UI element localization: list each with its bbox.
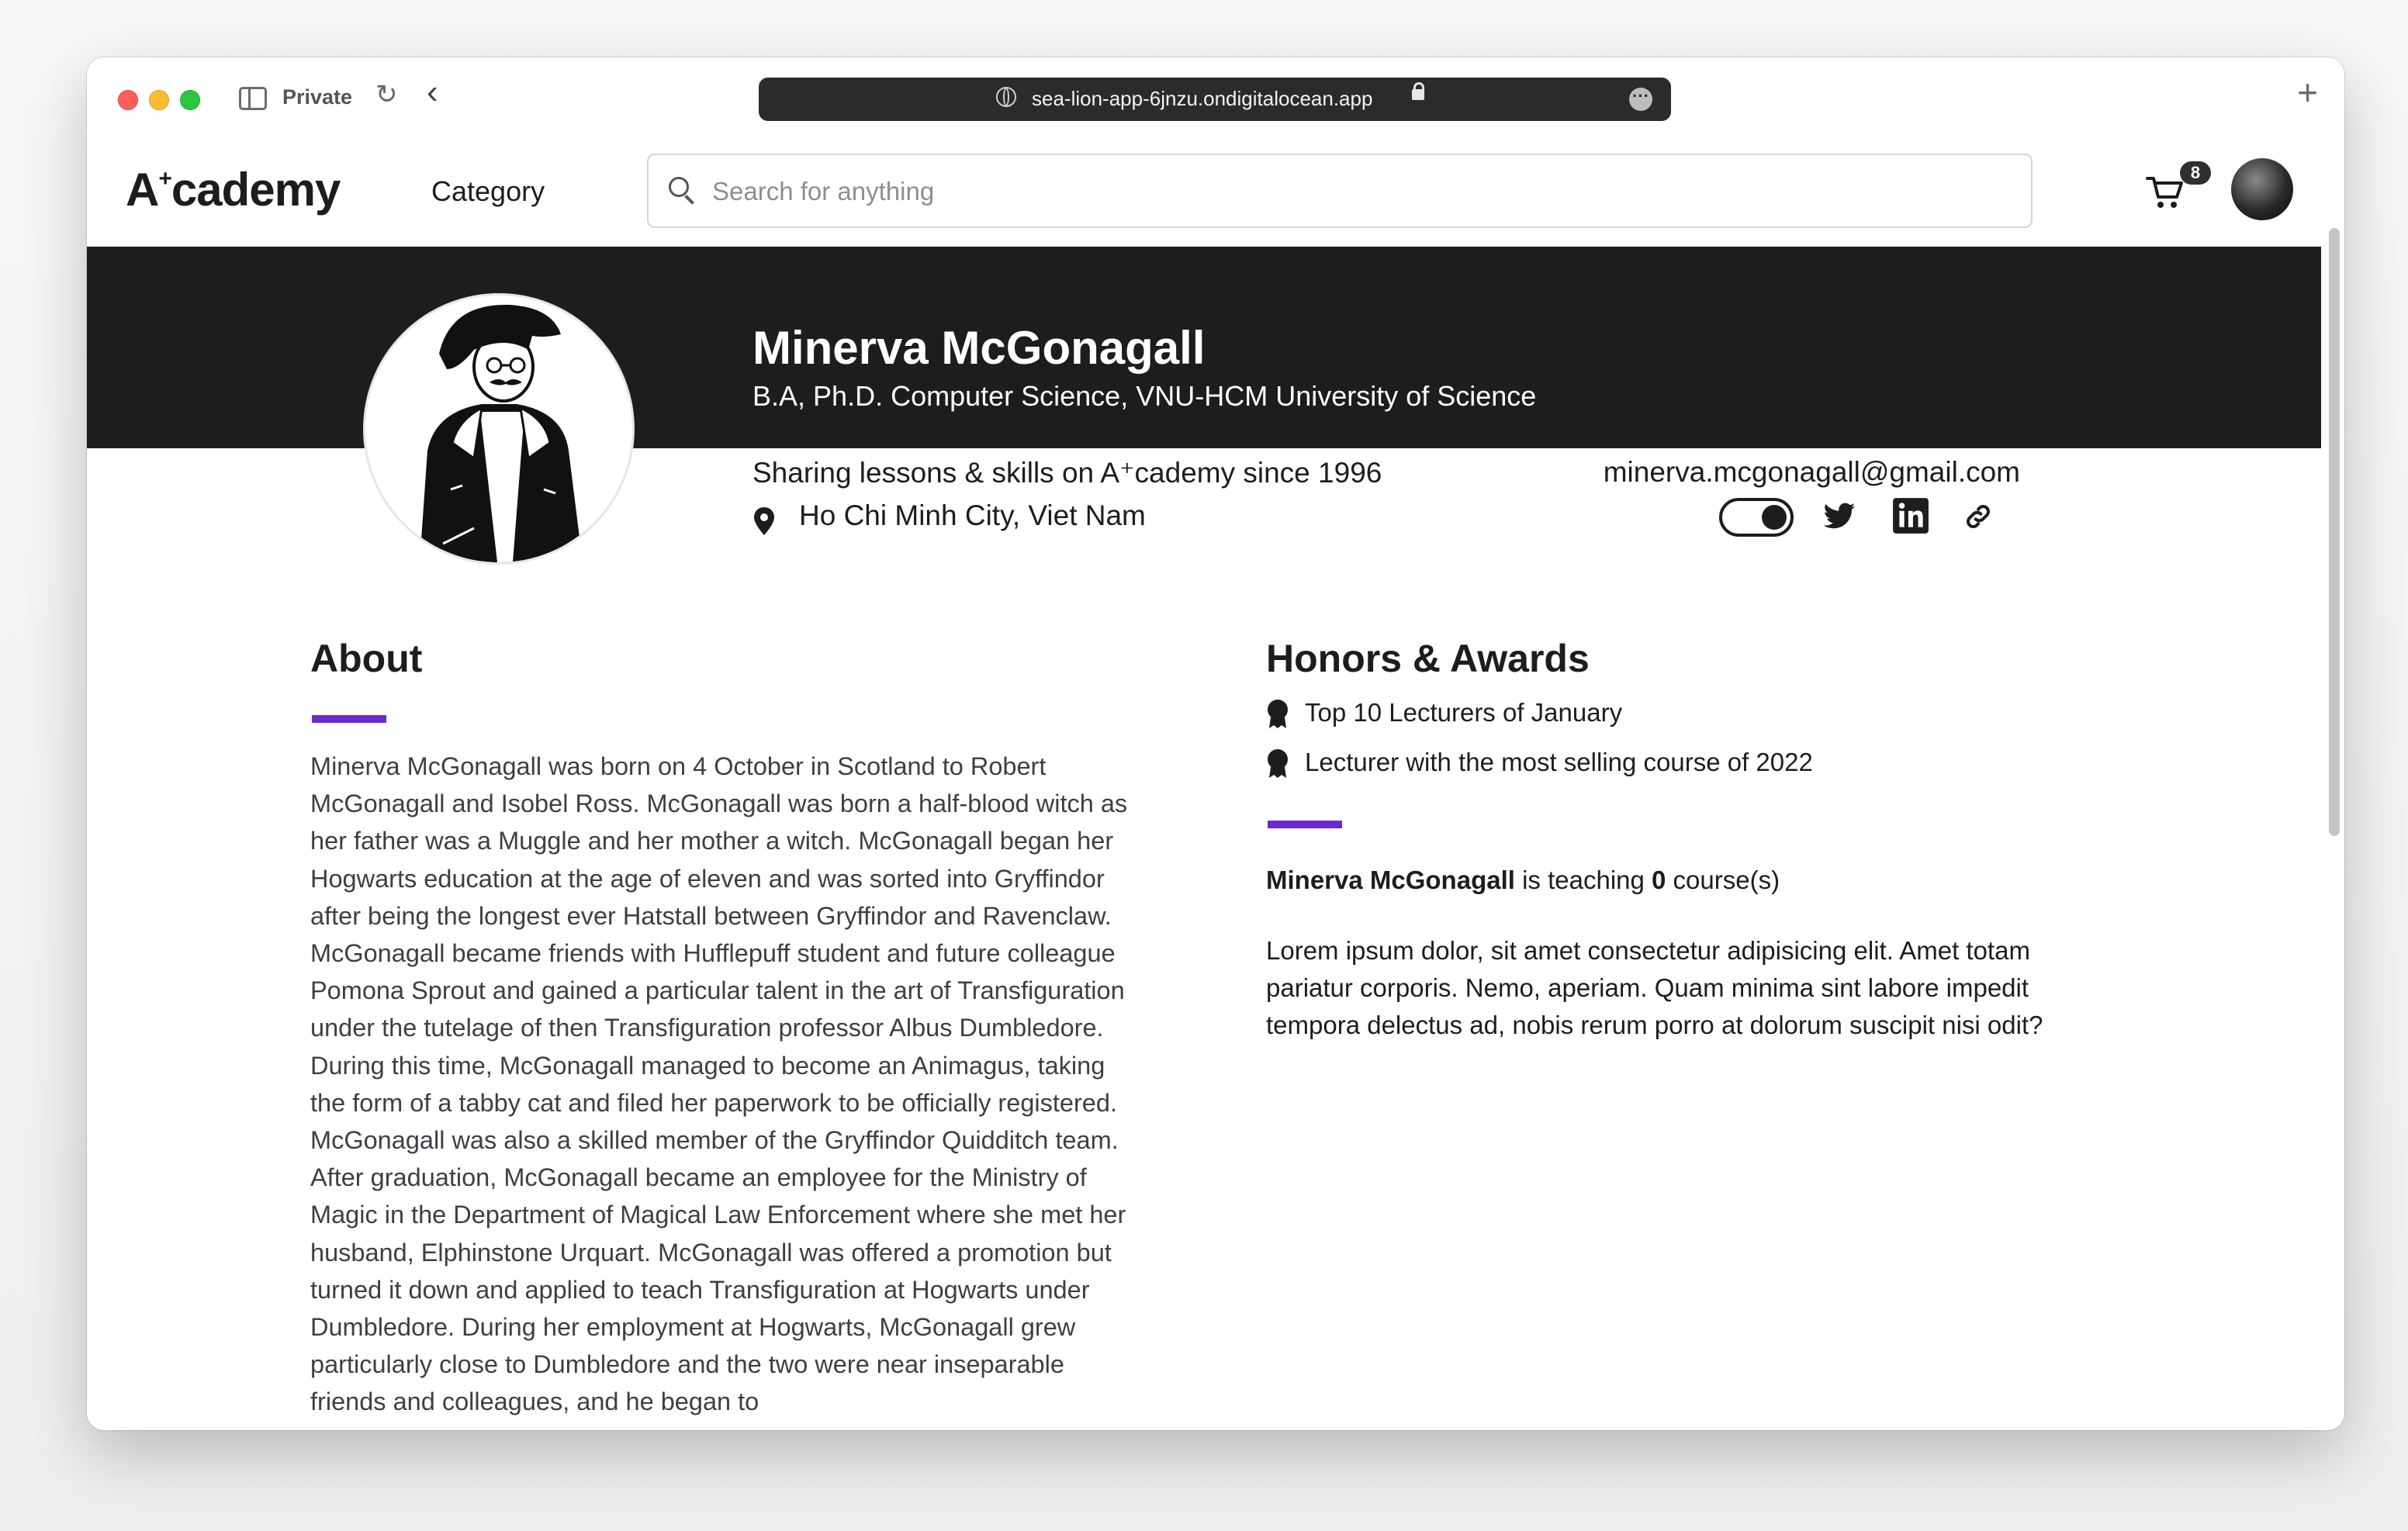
globe-icon bbox=[996, 87, 1016, 107]
teaching-middle: is teaching bbox=[1514, 866, 1652, 894]
profile-photo bbox=[363, 293, 635, 565]
instructor-degree: B.A, Ph.D. Computer Science, VNU-HCM Uni… bbox=[752, 380, 1537, 412]
course-count: 0 bbox=[1652, 866, 1666, 894]
medal-icon bbox=[1268, 749, 1288, 779]
instructor-blurb: Lorem ipsum dolor, sit amet consectetur … bbox=[1266, 936, 2043, 1039]
honors-title: Honors & Awards bbox=[1266, 637, 1590, 680]
sidebar-icon[interactable] bbox=[239, 87, 267, 110]
instructor-email[interactable]: minerva.mcgonagall@gmail.com bbox=[1604, 456, 2020, 489]
twitter-icon[interactable] bbox=[1820, 499, 1859, 534]
plus-icon[interactable]: + bbox=[2297, 71, 2318, 113]
scrollbar-thumb[interactable] bbox=[2329, 228, 2340, 836]
cart-count-badge: 8 bbox=[2180, 161, 2211, 185]
logo-rest: cademy bbox=[171, 164, 341, 216]
link-icon[interactable] bbox=[1963, 501, 1994, 532]
address-bar[interactable]: sea-lion-app-6jnzu.ondigitalocean.app ··… bbox=[759, 78, 1671, 121]
instructor-name: Minerva McGonagall bbox=[752, 322, 1206, 374]
url-text: sea-lion-app-6jnzu.ondigitalocean.app bbox=[1032, 87, 1373, 110]
honor-item: Lecturer with the most selling course of… bbox=[1266, 748, 1813, 779]
honors-divider bbox=[1268, 821, 1342, 828]
maximize-window-button[interactable] bbox=[180, 90, 200, 110]
scrollbar[interactable] bbox=[2321, 138, 2344, 1430]
about-text: Minerva McGonagall was born on 4 October… bbox=[310, 752, 1128, 1416]
logo-sup: + bbox=[158, 166, 172, 192]
minimize-window-button[interactable] bbox=[149, 90, 169, 110]
logo-letter: A bbox=[126, 164, 159, 216]
honor-item: Top 10 Lecturers of January bbox=[1266, 698, 1622, 730]
teaching-summary: Minerva McGonagall is teaching 0 course(… bbox=[1266, 866, 1780, 895]
back-icon[interactable]: ‹ bbox=[427, 73, 438, 112]
browser-titlebar: Private ↻ ‹ sea-lion-app-6jnzu.ondigital… bbox=[87, 57, 2344, 138]
teaching-instructor-name: Minerva McGonagall bbox=[1266, 866, 1515, 894]
avatar[interactable] bbox=[2231, 158, 2293, 220]
honor-item-label: Lecturer with the most selling course of… bbox=[1305, 748, 1813, 776]
toggle-icon[interactable] bbox=[1719, 498, 1794, 537]
teaching-suffix: course(s) bbox=[1666, 866, 1780, 894]
site-logo[interactable]: A+cademy bbox=[126, 163, 341, 216]
more-icon[interactable]: ··· bbox=[1629, 88, 1652, 111]
about-title: About bbox=[310, 637, 423, 680]
search-input[interactable] bbox=[711, 168, 1994, 216]
browser-window: Private ↻ ‹ sea-lion-app-6jnzu.ondigital… bbox=[87, 57, 2344, 1430]
location-pin-icon bbox=[754, 507, 774, 535]
cart-icon[interactable] bbox=[2144, 172, 2186, 211]
instructor-location: Ho Chi Minh City, Viet Nam bbox=[799, 499, 1146, 531]
honor-item-label: Top 10 Lecturers of January bbox=[1305, 698, 1623, 727]
category-menu[interactable]: Category bbox=[431, 175, 545, 208]
site-navbar: A+cademy Category 8 bbox=[87, 138, 2321, 247]
about-divider bbox=[312, 715, 386, 723]
search-bar bbox=[647, 154, 2033, 228]
medal-icon bbox=[1268, 700, 1288, 729]
search-icon bbox=[669, 177, 689, 197]
close-window-button[interactable] bbox=[118, 90, 138, 110]
lock-icon bbox=[1412, 82, 1424, 100]
reload-icon[interactable]: ↻ bbox=[375, 79, 398, 110]
member-since-text: Sharing lessons & skills on A⁺cademy sin… bbox=[752, 457, 1382, 489]
linkedin-icon[interactable] bbox=[1891, 496, 1930, 535]
private-mode-label: Private bbox=[282, 85, 353, 109]
